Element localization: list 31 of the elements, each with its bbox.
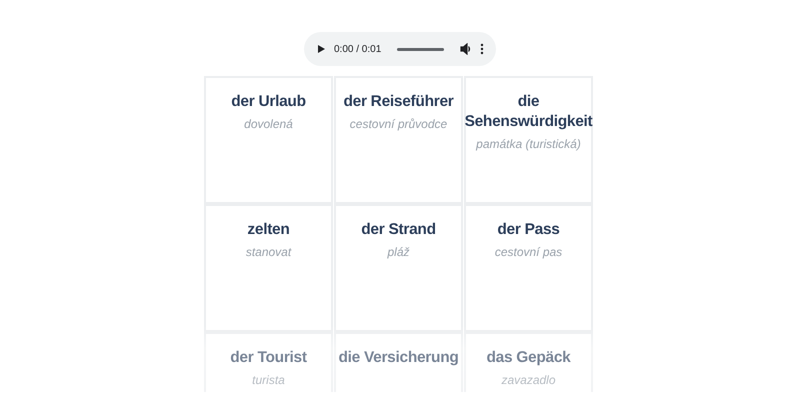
czech-translation: turista bbox=[252, 373, 285, 387]
word-card[interactable]: der Tourist turista bbox=[204, 332, 333, 392]
word-card[interactable]: der Pass cestovní pas bbox=[464, 204, 593, 332]
german-word: der Pass bbox=[497, 220, 560, 240]
more-icon[interactable] bbox=[480, 43, 484, 55]
czech-translation: pláž bbox=[387, 245, 410, 259]
word-card[interactable]: der Urlaub dovolená bbox=[204, 76, 333, 204]
german-word: das Gepäck bbox=[486, 348, 571, 368]
czech-translation: cestovní pas bbox=[494, 245, 562, 259]
playback-time: 0:00 / 0:01 bbox=[334, 44, 382, 54]
czech-translation: stanovat bbox=[246, 245, 292, 259]
czech-translation: cestovní průvodce bbox=[350, 117, 448, 131]
german-word: der Reiseführer bbox=[343, 92, 454, 112]
czech-translation: památka (turistická) bbox=[476, 137, 581, 151]
play-icon[interactable] bbox=[316, 44, 326, 54]
volume-icon[interactable] bbox=[460, 43, 472, 55]
word-card[interactable]: das Gepäck zavazadlo bbox=[464, 332, 593, 392]
progress-track[interactable] bbox=[397, 48, 444, 50]
german-word: der Strand bbox=[361, 220, 436, 240]
german-word: die Sehenswürdigkeit bbox=[464, 92, 592, 132]
german-word: zelten bbox=[247, 220, 290, 240]
word-card[interactable]: der Strand pláž bbox=[334, 204, 463, 332]
word-card[interactable]: die Sehenswürdigkeit památka (turistická) bbox=[464, 76, 593, 204]
word-card[interactable]: zelten stanovat bbox=[204, 204, 333, 332]
czech-translation: zavazadlo bbox=[501, 373, 556, 387]
german-word: die Versicherung bbox=[338, 348, 459, 368]
word-card[interactable]: der Reiseführer cestovní průvodce bbox=[334, 76, 463, 204]
german-word: der Tourist bbox=[230, 348, 307, 368]
german-word: der Urlaub bbox=[231, 92, 306, 112]
word-card[interactable]: die Versicherung bbox=[334, 332, 463, 392]
czech-translation: dovolená bbox=[244, 117, 293, 131]
